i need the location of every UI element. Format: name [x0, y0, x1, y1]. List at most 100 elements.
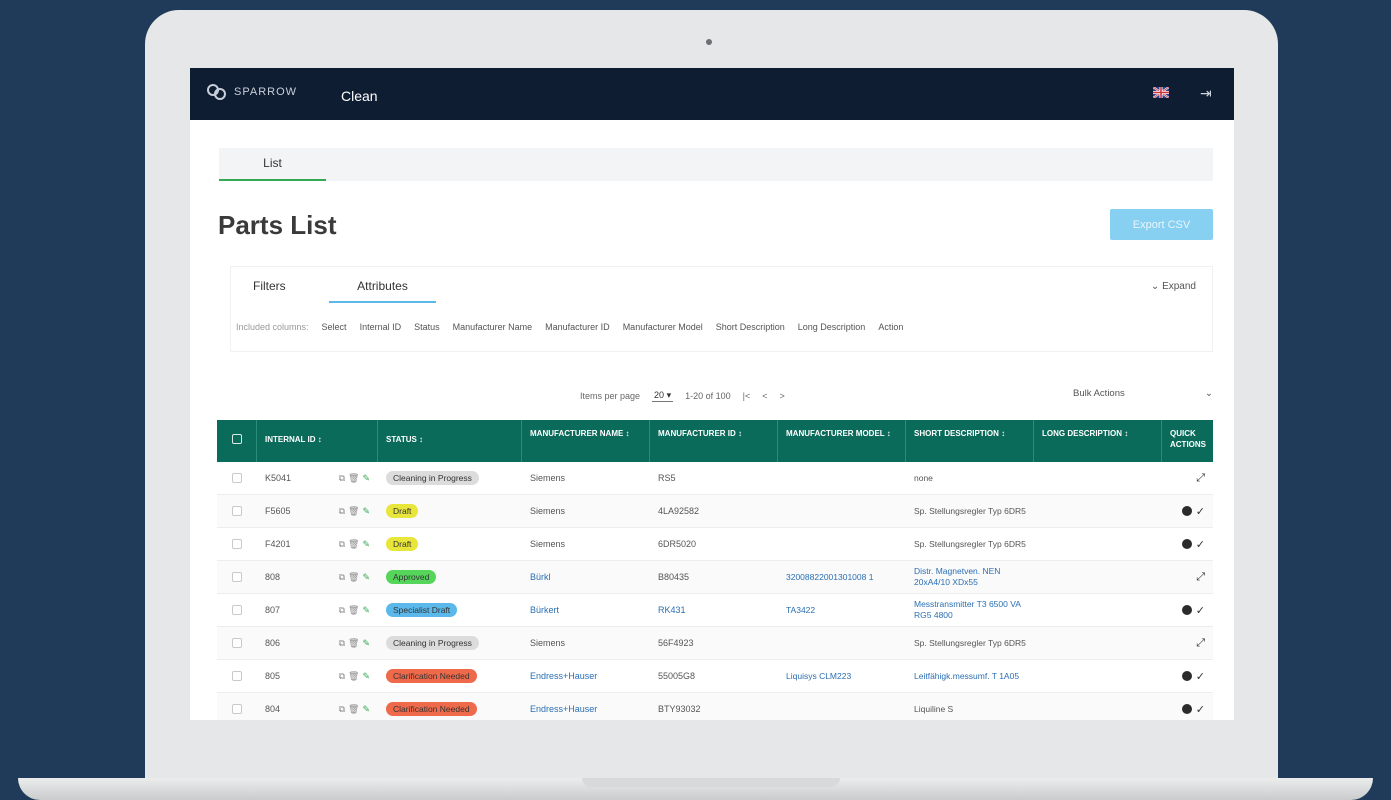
table-row[interactable]: K5041 ⧉ 🗑︎ ✎ Cleaning in Progress Siemen… [217, 462, 1213, 495]
copy-icon[interactable]: ⧉ [339, 638, 345, 649]
delete-icon[interactable]: 🗑︎ [348, 572, 359, 583]
attribute-item[interactable]: Short Description [716, 322, 785, 332]
copy-icon[interactable]: ⧉ [339, 539, 345, 550]
status-dot-icon[interactable] [1181, 704, 1192, 714]
row-checkbox[interactable] [232, 704, 242, 714]
prev-page-button[interactable]: < [762, 391, 767, 401]
bulk-actions-select[interactable]: Bulk Actions ⌄ [1073, 388, 1213, 399]
manufacturer-name-cell: Siemens [530, 539, 566, 549]
edit-icon[interactable]: ✎ [362, 605, 370, 616]
table-row[interactable]: 808 ⧉ 🗑︎ ✎ Approved Bürkl B80435 3200882… [217, 561, 1213, 594]
status-cell: Draft [378, 537, 522, 551]
check-icon[interactable]: ✓ [1196, 505, 1205, 518]
tab-list[interactable]: List [219, 148, 326, 181]
first-page-button[interactable]: |< [743, 391, 751, 401]
check-icon[interactable]: ✓ [1196, 703, 1205, 716]
row-select-cell [217, 704, 257, 714]
column-manufacturer-id[interactable]: MANUFACTURER ID ↕ [650, 420, 778, 462]
table-row[interactable]: 807 ⧉ 🗑︎ ✎ Specialist Draft Bürkert RK43… [217, 594, 1213, 627]
export-csv-button[interactable]: Export CSV [1110, 209, 1213, 240]
edit-icon[interactable]: ✎ [362, 671, 370, 682]
column-internal-id[interactable]: INTERNAL ID ↕ [257, 420, 378, 462]
check-icon[interactable]: ✓ [1196, 604, 1205, 617]
edit-icon[interactable]: ✎ [362, 704, 370, 715]
column-status[interactable]: STATUS ↕ [378, 420, 522, 462]
brand-logo[interactable]: SPARROW [206, 82, 297, 102]
check-icon[interactable]: ✓ [1196, 670, 1205, 683]
tab-filters[interactable]: Filters [253, 279, 286, 293]
internal-id: 808 [265, 572, 281, 582]
internal-id-cell: K5041 ⧉ 🗑︎ ✎ [257, 473, 378, 484]
short-description-cell: Distr. Magnetven. NEN 20xA4/10 XDx55 [914, 566, 1001, 587]
delete-icon[interactable]: 🗑︎ [348, 671, 359, 682]
copy-icon[interactable]: ⧉ [339, 671, 345, 682]
logout-icon[interactable]: ⇥ [1200, 85, 1212, 102]
copy-icon[interactable]: ⧉ [339, 572, 345, 583]
quick-actions-cell: ✓ [1162, 670, 1213, 683]
table-row[interactable]: 804 ⧉ 🗑︎ ✎ Clarification Needed Endress+… [217, 693, 1213, 720]
row-checkbox[interactable] [232, 572, 242, 582]
edit-icon[interactable]: ✎ [362, 572, 370, 583]
attribute-item[interactable]: Manufacturer Model [623, 322, 703, 332]
tab-attributes[interactable]: Attributes [329, 279, 436, 303]
column-short-description[interactable]: SHORT DESCRIPTION ↕ [906, 420, 1034, 462]
attribute-item[interactable]: Status [414, 322, 440, 332]
internal-id-cell: 805 ⧉ 🗑︎ ✎ [257, 671, 378, 682]
delete-icon[interactable]: 🗑︎ [348, 638, 359, 649]
attribute-item[interactable]: Action [878, 322, 903, 332]
items-per-page-select[interactable]: 20 ▾ [652, 390, 674, 402]
table-row[interactable]: 805 ⧉ 🗑︎ ✎ Clarification Needed Endress+… [217, 660, 1213, 693]
edit-icon[interactable]: ✎ [362, 638, 370, 649]
column-manufacturer-name[interactable]: MANUFACTURER NAME ↕ [522, 420, 650, 462]
expand-arrows-icon[interactable]: ⤢ [1196, 637, 1205, 650]
row-checkbox[interactable] [232, 638, 242, 648]
select-all-checkbox[interactable] [231, 434, 242, 444]
delete-icon[interactable]: 🗑︎ [348, 605, 359, 616]
row-select-cell [217, 539, 257, 549]
manufacturer-id-cell: 55005G8 [658, 671, 696, 681]
attribute-item[interactable]: Manufacturer Name [453, 322, 533, 332]
manufacturer-name-cell: Bürkl [530, 572, 551, 582]
row-checkbox[interactable] [232, 506, 242, 516]
edit-icon[interactable]: ✎ [362, 473, 370, 484]
edit-icon[interactable]: ✎ [362, 539, 370, 550]
quick-actions-cell: ✓ [1162, 538, 1213, 551]
table-row[interactable]: F5605 ⧉ 🗑︎ ✎ Draft Siemens 4LA92582 Sp. … [217, 495, 1213, 528]
status-dot-icon[interactable] [1181, 605, 1192, 615]
copy-icon[interactable]: ⧉ [339, 506, 345, 517]
status-badge: Clarification Needed [386, 702, 477, 716]
quick-actions-cell: ✓ [1162, 505, 1213, 518]
attribute-item[interactable]: Select [322, 322, 347, 332]
expand-arrows-icon[interactable]: ⤢ [1196, 571, 1205, 584]
next-page-button[interactable]: > [780, 391, 785, 401]
check-icon[interactable]: ✓ [1196, 538, 1205, 551]
row-checkbox[interactable] [232, 539, 242, 549]
attribute-item[interactable]: Long Description [798, 322, 866, 332]
copy-icon[interactable]: ⧉ [339, 473, 345, 484]
short-description-cell: none [914, 472, 933, 483]
filter-panel: Filters Attributes ⌄ Expand Included col… [230, 266, 1213, 352]
expand-toggle[interactable]: ⌄ Expand [1151, 281, 1196, 292]
status-dot-icon[interactable] [1181, 671, 1192, 681]
uk-flag-icon[interactable] [1153, 87, 1169, 98]
row-checkbox[interactable] [232, 473, 242, 483]
column-manufacturer-model[interactable]: MANUFACTURER MODEL ↕ [778, 420, 906, 462]
edit-icon[interactable]: ✎ [362, 506, 370, 517]
expand-arrows-icon[interactable]: ⤢ [1196, 472, 1205, 485]
attribute-item[interactable]: Internal ID [360, 322, 402, 332]
column-long-description[interactable]: LONG DESCRIPTION ↕ [1034, 420, 1162, 462]
internal-id: 806 [265, 638, 281, 648]
copy-icon[interactable]: ⧉ [339, 605, 345, 616]
row-checkbox[interactable] [232, 605, 242, 615]
delete-icon[interactable]: 🗑︎ [348, 506, 359, 517]
attribute-item[interactable]: Manufacturer ID [545, 322, 610, 332]
delete-icon[interactable]: 🗑︎ [348, 704, 359, 715]
copy-icon[interactable]: ⧉ [339, 704, 345, 715]
row-checkbox[interactable] [232, 671, 242, 681]
status-dot-icon[interactable] [1181, 539, 1192, 549]
table-row[interactable]: 806 ⧉ 🗑︎ ✎ Cleaning in Progress Siemens … [217, 627, 1213, 660]
table-row[interactable]: F4201 ⧉ 🗑︎ ✎ Draft Siemens 6DR5020 Sp. S… [217, 528, 1213, 561]
delete-icon[interactable]: 🗑︎ [348, 473, 359, 484]
status-dot-icon[interactable] [1181, 506, 1192, 516]
delete-icon[interactable]: 🗑︎ [348, 539, 359, 550]
